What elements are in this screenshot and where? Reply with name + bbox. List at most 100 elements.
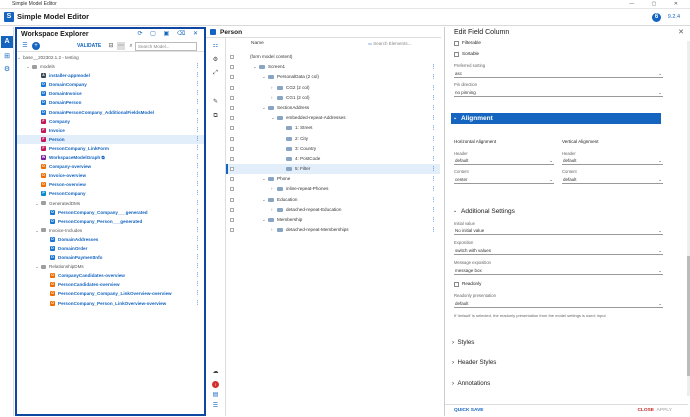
chevron-right-icon[interactable]: ›	[271, 205, 273, 215]
row-checkbox[interactable]	[230, 207, 234, 212]
more-options-icon[interactable]: ⋮	[195, 199, 200, 208]
more-options-icon[interactable]: ⋮	[195, 253, 200, 262]
more-options-icon[interactable]: ⋮	[431, 184, 436, 194]
explorer-tree-row[interactable]: ⌄ Invoice-Includes ⋮	[17, 226, 204, 235]
more-options-icon[interactable]: ⋮	[195, 262, 200, 271]
exposition-select[interactable]: switch with values ⌄	[454, 247, 663, 255]
cloud-icon[interactable]: ☁	[211, 368, 220, 377]
explorer-search-input[interactable]: Search Model...	[135, 42, 197, 51]
explorer-tree-row[interactable]: D DomainInvoice ⋮	[17, 89, 204, 98]
form-tree-row[interactable]: (form model content)	[228, 52, 440, 62]
form-tree-row[interactable]: 3: Country ⋮	[228, 144, 440, 154]
explorer-tree-row[interactable]: D DomainPaymentInfo ⋮	[17, 253, 204, 262]
row-checkbox[interactable]	[230, 187, 234, 192]
row-checkbox[interactable]	[230, 65, 234, 70]
chevron-down-icon[interactable]: ⌄	[262, 195, 266, 205]
chevron-down-icon[interactable]: ⌄	[34, 199, 40, 208]
form-tree-row[interactable]: › CG1 (2 col) ⋮	[228, 93, 440, 103]
explorer-tree-row[interactable]: P PersonCompany ⋮	[17, 189, 204, 198]
more-options-icon[interactable]: ⋮	[195, 153, 200, 162]
explorer-tree-row[interactable]: O Company-overview ⋮	[17, 162, 204, 171]
menu-icon[interactable]: ☰	[21, 42, 29, 50]
more-options-icon[interactable]: ⋮	[195, 217, 200, 226]
save-icon[interactable]: ▤	[211, 391, 220, 400]
preferred-sorting-select[interactable]: asc ⌄	[454, 70, 663, 78]
more-options-icon[interactable]: ⋮	[431, 164, 436, 174]
row-checkbox[interactable]	[230, 85, 234, 90]
more-options-icon[interactable]: ⋮	[195, 180, 200, 189]
explorer-tree-row[interactable]: O PersonCandidates-overview ⋮	[17, 280, 204, 289]
form-tree-row[interactable]: › inline-repeat-Phones ⋮	[228, 184, 440, 194]
explorer-tree-row[interactable]: D DomainPerson ⋮	[17, 98, 204, 107]
row-checkbox[interactable]	[230, 136, 234, 141]
explorer-tree-row[interactable]: F Company ⋮	[17, 117, 204, 126]
form-tree-row[interactable]: ⌄ Education ⋮	[228, 195, 440, 205]
chevron-down-icon[interactable]: ⌄	[253, 62, 257, 72]
explorer-tree-row[interactable]: D DomainAddresses ⋮	[17, 235, 204, 244]
more-options-icon[interactable]: ⋮	[195, 226, 200, 235]
more-options-icon[interactable]: ⋮	[195, 271, 200, 280]
sortable-checkbox[interactable]	[454, 52, 459, 57]
explorer-tree-row[interactable]: O PersonCompany_Company_LinkOverview-over…	[17, 289, 204, 298]
row-checkbox[interactable]	[230, 167, 234, 172]
row-checkbox[interactable]	[230, 116, 234, 121]
initial-value-select[interactable]: No initial value ⌄	[454, 227, 663, 235]
form-tree-row[interactable]: 2: City ⋮	[228, 134, 440, 144]
more-options-icon[interactable]: ⋮	[195, 208, 200, 217]
more-options-icon[interactable]: ⋮	[431, 144, 436, 154]
structure-icon[interactable]: ⚏	[211, 42, 220, 51]
row-checkbox[interactable]	[230, 156, 234, 161]
explorer-tree-row[interactable]: ⌄ RelationshipDMs ⋮	[17, 262, 204, 271]
annotations-section[interactable]: › Annotations	[452, 379, 490, 388]
more-options-icon[interactable]: ⋮	[431, 134, 436, 144]
more-options-icon[interactable]: ⋮	[195, 244, 200, 253]
row-checkbox[interactable]	[230, 75, 234, 80]
row-checkbox[interactable]	[230, 197, 234, 202]
form-tree-row[interactable]: › detached-repeat-Memberships ⋮	[228, 225, 440, 235]
chevron-down-icon[interactable]: ⌄	[262, 215, 266, 225]
editor-tab-title[interactable]: Person	[220, 27, 242, 38]
chevron-down-icon[interactable]: ⌄	[262, 174, 266, 184]
explorer-tree-row[interactable]: ⌄ models ⋮	[17, 62, 204, 71]
pin-direction-select[interactable]: no pinning ⌄	[454, 89, 663, 97]
close-icon[interactable]: ✕	[678, 27, 684, 39]
form-tree-row[interactable]: 4: PostCode ⋮	[228, 154, 440, 164]
more-options-icon[interactable]: ⋮	[431, 195, 436, 205]
chevron-down-icon[interactable]: ⌄	[16, 53, 22, 62]
more-options-icon[interactable]: ⋮	[195, 289, 200, 298]
list-icon[interactable]: ☰	[211, 402, 220, 411]
explorer-tree-row[interactable]: F PersonCompany_LinkForm ⋮	[17, 144, 204, 153]
more-options-icon[interactable]: ⋮	[431, 113, 436, 123]
link-icon[interactable]: ⤢	[211, 69, 220, 78]
explorer-tree-row[interactable]: F Invoice ⋮	[17, 126, 204, 135]
more-options-icon[interactable]: ⋮	[195, 89, 200, 98]
row-checkbox[interactable]	[230, 218, 234, 222]
explorer-tree-row[interactable]: D PersonCompany_Person___generated ⋮	[17, 217, 204, 226]
readonly-presentation-select[interactable]: default ⌄	[454, 300, 663, 308]
more-options-icon[interactable]: ⋮	[195, 235, 200, 244]
chevron-right-icon[interactable]: ›	[271, 184, 273, 194]
info-badge[interactable]: 6	[652, 13, 661, 22]
explorer-tree-row[interactable]: D DomainPersonCompany_AdditionalFieldsMod…	[17, 108, 204, 117]
elements-search-input[interactable]: ⚏ Search Elements...	[368, 40, 428, 48]
validate-button[interactable]: VALIDATE	[77, 42, 101, 51]
chevron-down-icon[interactable]: ⌄	[34, 226, 40, 235]
form-tree-row[interactable]: 5: Filter ⋮	[226, 164, 440, 175]
explorer-tree-row[interactable]: Ainstaller-appmodel ⋮	[17, 71, 204, 80]
form-tree-row[interactable]: ⌄ Screen1 ⋮	[228, 62, 440, 72]
more-options-icon[interactable]: ⋮	[195, 171, 200, 180]
chevron-down-icon[interactable]: ⌄	[262, 103, 266, 113]
row-checkbox[interactable]	[230, 146, 234, 151]
more-options-icon[interactable]: ⋮	[431, 103, 436, 113]
add-icon[interactable]: +	[32, 42, 40, 50]
explorer-tree-row[interactable]: O Invoice-overview ⋮	[17, 171, 204, 180]
explorer-tree-row[interactable]: F Person ⋮	[17, 134, 204, 144]
more-options-icon[interactable]: ⋮	[431, 123, 436, 133]
rail-explorer-button[interactable]: A	[1, 36, 13, 48]
more-options-icon[interactable]: ⋮	[431, 174, 436, 184]
message-exposition-select[interactable]: message box ⌄	[454, 267, 663, 275]
additional-settings-header[interactable]: ⌄ Additional Settings	[451, 206, 661, 217]
more-options-icon[interactable]: ⋮	[431, 205, 436, 215]
explorer-tree-row[interactable]: D DomainCompany ⋮	[17, 80, 204, 89]
more-options-icon[interactable]: ⋮	[195, 108, 200, 117]
